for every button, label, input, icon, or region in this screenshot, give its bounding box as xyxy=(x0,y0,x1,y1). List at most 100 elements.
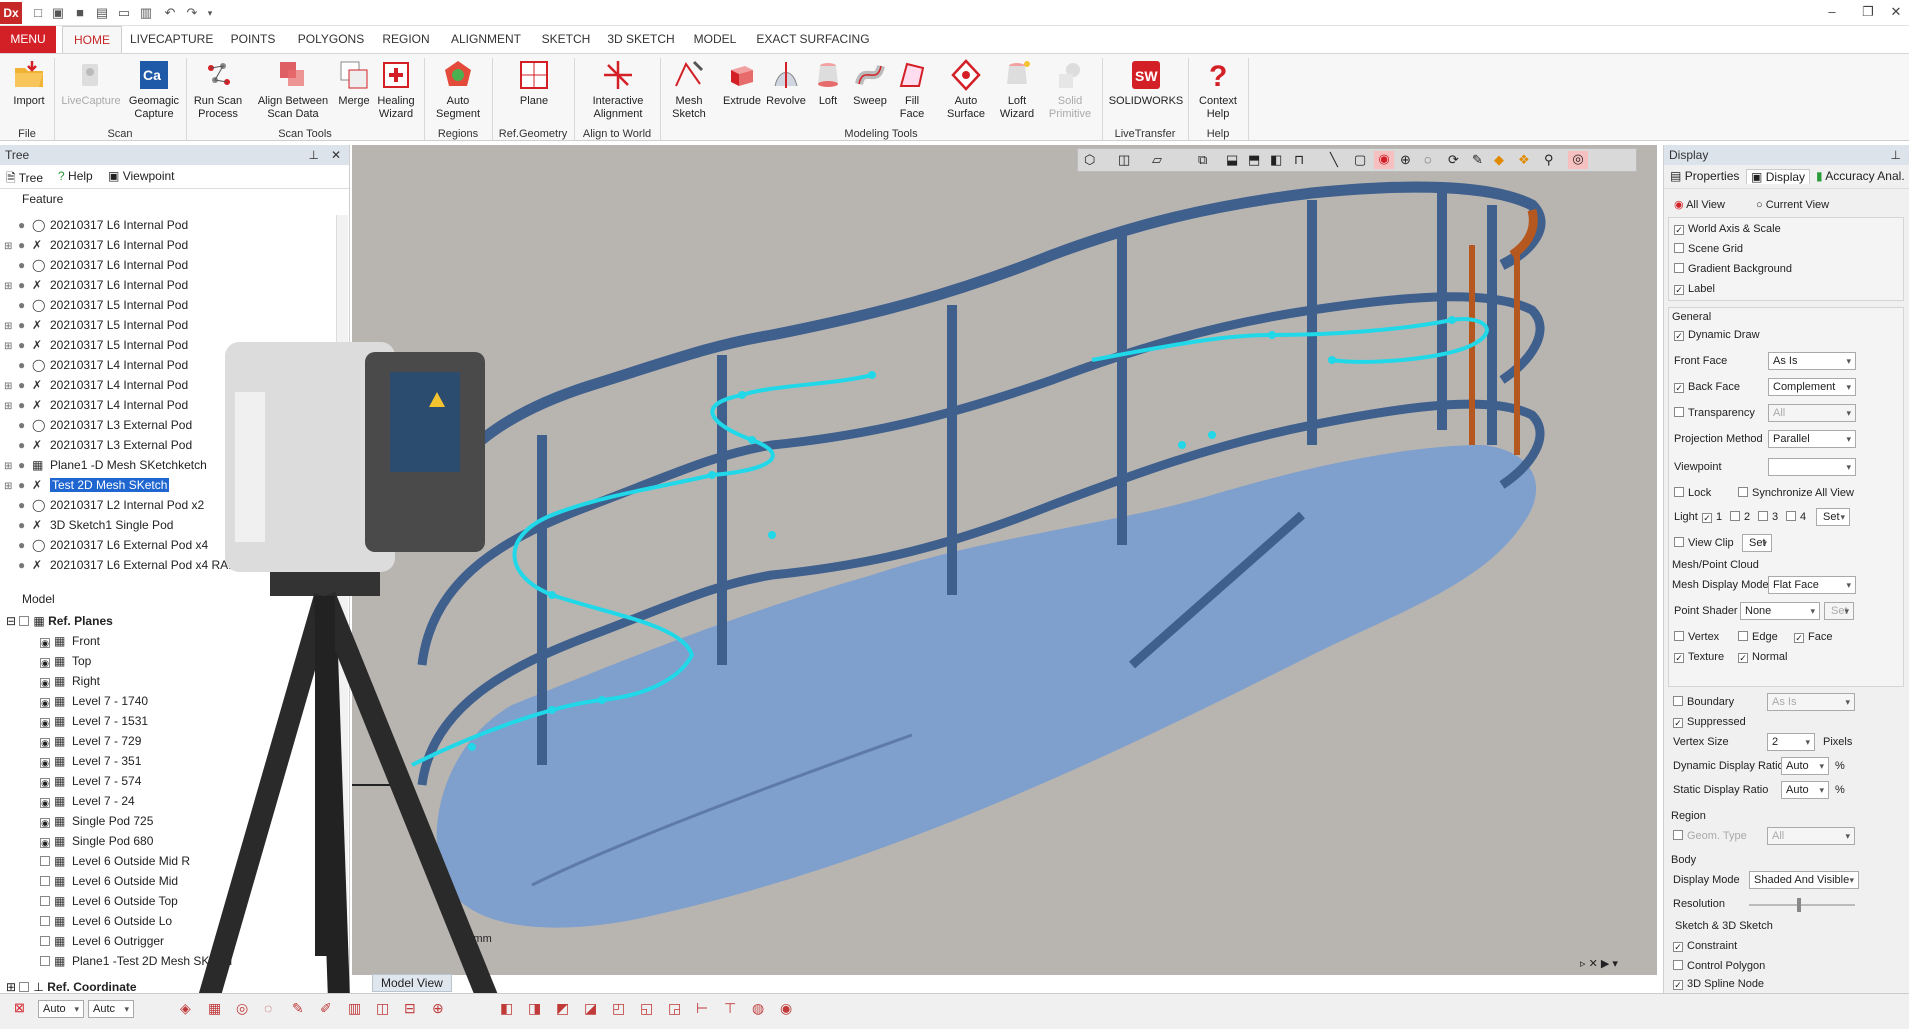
plane-item[interactable]: ◉ ▦ Level 7 - 729 xyxy=(0,731,141,751)
world-axis-checkbox[interactable]: ✓ xyxy=(1674,225,1684,235)
plane-item[interactable]: ◉ ▦ Front xyxy=(0,631,100,651)
plane-item[interactable]: ◉ ▦ Level 7 - 24 xyxy=(0,791,135,811)
save-icon[interactable]: ■ xyxy=(72,5,88,21)
tab-accuracy[interactable]: ▮ Accuracy Anal. xyxy=(1816,169,1905,183)
plane-item[interactable]: ◉ ▦ Single Pod 725 xyxy=(0,811,153,831)
spline-node-checkbox[interactable]: ✓ xyxy=(1673,980,1683,990)
top-icon[interactable]: ◪ xyxy=(584,1000,597,1017)
feature-item[interactable]: ● ◯ 20210317 L6 Internal Pod xyxy=(0,215,188,235)
import-icon[interactable]: ▤ xyxy=(94,5,110,21)
plane-checkbox[interactable]: ◉ xyxy=(40,798,50,808)
point-shader-select[interactable]: None xyxy=(1740,602,1820,620)
visibility-dot-icon[interactable]: ● xyxy=(18,415,32,435)
auto-select-2[interactable]: Autc xyxy=(88,1000,134,1018)
visibility-dot-icon[interactable]: ● xyxy=(18,295,32,315)
auto-surface-button[interactable]: Auto Surface xyxy=(940,58,992,128)
auto-select-1[interactable]: Auto xyxy=(38,1000,84,1018)
light-3-checkbox[interactable] xyxy=(1758,511,1768,521)
solidworks-button[interactable]: SW SOLIDWORKS xyxy=(1108,58,1184,128)
plane-checkbox[interactable]: ◉ xyxy=(40,698,50,708)
select-all-icon[interactable]: ▦ xyxy=(208,1000,221,1017)
label-checkbox[interactable]: ✓ xyxy=(1674,285,1684,295)
check-sync-view[interactable]: Synchronize All View xyxy=(1738,483,1854,503)
undo-icon[interactable]: ↶ xyxy=(162,5,178,21)
tab-alignment[interactable]: ALIGNMENT xyxy=(446,26,526,53)
check-lock[interactable]: Lock xyxy=(1674,483,1711,503)
quick-access-menu-icon[interactable]: ▾ xyxy=(202,5,218,21)
plane-checkbox[interactable] xyxy=(40,916,50,926)
tab-polygons[interactable]: POLYGONS xyxy=(296,26,366,53)
visibility-dot-icon[interactable]: ● xyxy=(18,495,32,515)
visibility-dot-icon[interactable]: ● xyxy=(18,275,32,295)
check-back-face[interactable]: ✓ Back Face xyxy=(1674,377,1740,397)
resolution-slider-handle[interactable] xyxy=(1797,898,1801,912)
plane-item[interactable]: ◉ ▦ Level 7 - 1740 xyxy=(0,691,148,711)
paint-icon[interactable]: ✎ xyxy=(292,1000,304,1017)
view-iso-icon[interactable]: ◈ xyxy=(180,1000,191,1017)
sync-checkbox[interactable] xyxy=(1738,487,1748,497)
expand-icon[interactable]: ⊞ xyxy=(4,457,18,477)
expand-icon[interactable]: ⊞ xyxy=(4,317,18,337)
check-texture[interactable]: ✓ Texture xyxy=(1674,647,1724,667)
extrude-button[interactable]: Extrude xyxy=(720,58,764,128)
sweep-button[interactable]: Sweep xyxy=(848,58,892,128)
check-scene-grid[interactable]: Scene Grid xyxy=(1674,239,1743,259)
visibility-dot-icon[interactable]: ● xyxy=(18,235,32,255)
visibility-dot-icon[interactable]: ● xyxy=(18,455,32,475)
static-ratio-select[interactable]: Auto xyxy=(1781,781,1829,799)
tab-viewpoint[interactable]: ▣ Viewpoint xyxy=(108,169,175,183)
visibility-dot-icon[interactable]: ● xyxy=(18,395,32,415)
plane-checkbox[interactable]: ◉ xyxy=(40,658,50,668)
plane-item[interactable]: ◉ ▦ Right xyxy=(0,671,100,691)
check-constraint[interactable]: ✓ Constraint xyxy=(1673,936,1737,956)
plane-checkbox[interactable] xyxy=(40,896,50,906)
light-2-checkbox[interactable] xyxy=(1730,511,1740,521)
back-icon[interactable]: ◩ xyxy=(556,1000,569,1017)
import-button[interactable]: Import xyxy=(4,58,54,128)
check-dynamic-draw[interactable]: ✓ Dynamic Draw xyxy=(1674,325,1760,345)
pin-icon[interactable]: ⊥ xyxy=(309,145,319,165)
check-suppressed[interactable]: ✓ Suppressed xyxy=(1673,712,1746,732)
visibility-dot-icon[interactable]: ● xyxy=(18,375,32,395)
control-polygon-checkbox[interactable] xyxy=(1673,960,1683,970)
scope-icon[interactable]: ⊕ xyxy=(432,1000,444,1017)
feature-item[interactable]: ⊞ ● ✗ 20210317 L6 Internal Pod xyxy=(0,275,188,295)
new-file-icon[interactable]: □ xyxy=(30,5,46,21)
folder-icon[interactable]: ▭ xyxy=(116,5,132,21)
visibility-dot-icon[interactable]: ● xyxy=(18,515,32,535)
merge-button[interactable]: Merge xyxy=(334,58,374,128)
visibility-dot-icon[interactable]: ● xyxy=(18,435,32,455)
front-face-select[interactable]: As Is xyxy=(1768,352,1856,370)
visibility-dot-icon[interactable]: ● xyxy=(18,555,32,575)
plane-item[interactable]: ◉ ▦ Level 7 - 574 xyxy=(0,771,141,791)
tab-tree[interactable]: 🗎 Tree xyxy=(6,169,43,190)
geom-type-select[interactable]: All xyxy=(1767,827,1855,845)
plane-checkbox[interactable] xyxy=(40,856,50,866)
check-world-axis[interactable]: ✓ World Axis & Scale xyxy=(1674,219,1781,239)
texture-checkbox[interactable]: ✓ xyxy=(1674,653,1684,663)
viewpoint-select[interactable] xyxy=(1768,458,1856,476)
healing-wizard-button[interactable]: Healing Wizard xyxy=(374,58,418,128)
geomagic-capture-button[interactable]: Ca Geomagic Capture xyxy=(126,58,182,128)
stamp-icon[interactable]: ⊤ xyxy=(724,1000,736,1017)
loft-button[interactable]: Loft xyxy=(808,58,848,128)
lamp-icon[interactable]: ◍ xyxy=(752,1000,764,1017)
plane-item[interactable]: ◉ ▦ Top xyxy=(0,651,91,671)
section-icon[interactable]: ◫ xyxy=(376,1000,389,1017)
radio-current-view[interactable]: ○ Current View xyxy=(1756,195,1829,215)
mesh-sketch-button[interactable]: Mesh Sketch xyxy=(666,58,712,128)
measure-icon[interactable]: ⊟ xyxy=(404,1000,416,1017)
resolution-slider[interactable] xyxy=(1749,904,1855,906)
expand-icon[interactable]: ⊞ xyxy=(4,277,18,297)
display-pin-icon[interactable]: ⊥ xyxy=(1891,145,1901,165)
tab-region[interactable]: REGION xyxy=(378,26,434,53)
expand-icon[interactable]: ⊞ xyxy=(4,477,18,497)
tab-sketch[interactable]: SKETCH xyxy=(538,26,594,53)
plane-checkbox[interactable]: ◉ xyxy=(40,818,50,828)
left-icon[interactable]: ◱ xyxy=(640,1000,653,1017)
feature-item[interactable]: ⊞ ● ✗ 20210317 L6 Internal Pod xyxy=(0,235,188,255)
gradient-checkbox[interactable] xyxy=(1674,263,1684,273)
check-vertex[interactable]: Vertex xyxy=(1674,627,1719,647)
plane-item[interactable]: ◉ ▦ Level 7 - 1531 xyxy=(0,711,148,731)
revolve-button[interactable]: Revolve xyxy=(764,58,808,128)
